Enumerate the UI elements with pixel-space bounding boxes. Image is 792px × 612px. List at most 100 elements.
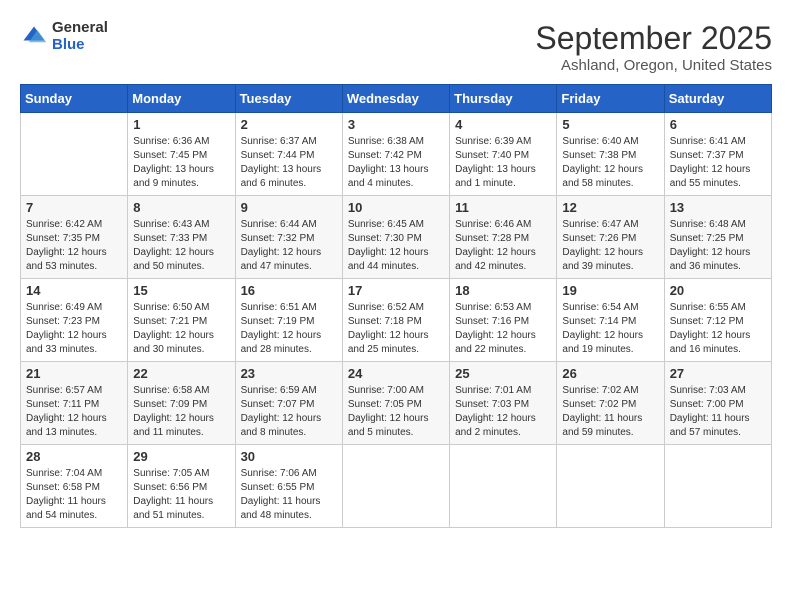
day-number: 1: [133, 117, 229, 132]
day-number: 13: [670, 200, 766, 215]
day-number: 26: [562, 366, 658, 381]
calendar-cell: 18 Sunrise: 6:53 AMSunset: 7:16 PMDayligh…: [450, 279, 557, 362]
header-cell-tuesday: Tuesday: [235, 85, 342, 113]
calendar-cell: 23 Sunrise: 6:59 AMSunset: 7:07 PMDayligh…: [235, 362, 342, 445]
calendar-cell: 8Sunrise: 6:43 AMSunset: 7:33 PMDaylight…: [128, 196, 235, 279]
cell-info: Sunrise: 7:06 AMSunset: 6:55 PMDaylight:…: [241, 467, 337, 523]
day-number: 4: [455, 117, 551, 132]
day-number: 25: [455, 366, 551, 381]
cell-info: Sunrise: 6:39 AMSunset: 7:40 PMDaylight:…: [455, 135, 551, 191]
title-block: September 2025 Ashland, Oregon, United S…: [535, 20, 772, 74]
cell-info: Sunrise: 6:50 AMSunset: 7:21 PMDaylight:…: [133, 301, 229, 357]
day-number: 18: [455, 283, 551, 298]
week-row-4: 28Sunrise: 7:04 AMSunset: 6:58 PMDayligh…: [21, 445, 772, 528]
header-cell-monday: Monday: [128, 85, 235, 113]
cell-info: Sunrise: 7:01 AMSunset: 7:03 PMDaylight:…: [455, 384, 551, 440]
logo-blue: Blue: [52, 37, 108, 54]
logo-text: General Blue: [52, 20, 108, 53]
calendar-header: SundayMondayTuesdayWednesdayThursdayFrid…: [21, 85, 772, 113]
cell-info: Sunrise: 6:37 AMSunset: 7:44 PMDaylight:…: [241, 135, 337, 191]
calendar-cell: 27 Sunrise: 7:03 AMSunset: 7:00 PMDayligh…: [664, 362, 771, 445]
cell-info: Sunrise: 6:58 AMSunset: 7:09 PMDaylight:…: [133, 384, 229, 440]
calendar-cell: [450, 445, 557, 528]
calendar-cell: 17 Sunrise: 6:52 AMSunset: 7:18 PMDayligh…: [342, 279, 449, 362]
cell-info: Sunrise: 6:49 AMSunset: 7:23 PMDaylight:…: [26, 301, 122, 357]
calendar-cell: [664, 445, 771, 528]
cell-info: Sunrise: 7:03 AMSunset: 7:00 PMDaylight:…: [670, 384, 766, 440]
calendar-cell: 24 Sunrise: 7:00 AMSunset: 7:05 PMDayligh…: [342, 362, 449, 445]
cell-info: Sunrise: 6:41 AMSunset: 7:37 PMDaylight:…: [670, 135, 766, 191]
calendar-cell: 11Sunrise: 6:46 AMSunset: 7:28 PMDayligh…: [450, 196, 557, 279]
cell-info: Sunrise: 6:52 AMSunset: 7:18 PMDaylight:…: [348, 301, 444, 357]
week-row-1: 7 Sunrise: 6:42 AMSunset: 7:35 PMDaylight…: [21, 196, 772, 279]
day-number: 27: [670, 366, 766, 381]
cell-info: Sunrise: 6:55 AMSunset: 7:12 PMDaylight:…: [670, 301, 766, 357]
day-number: 3: [348, 117, 444, 132]
calendar-cell: 6 Sunrise: 6:41 AMSunset: 7:37 PMDaylight…: [664, 113, 771, 196]
cell-info: Sunrise: 6:45 AMSunset: 7:30 PMDaylight:…: [348, 218, 444, 274]
header-row: SundayMondayTuesdayWednesdayThursdayFrid…: [21, 85, 772, 113]
day-number: 15: [133, 283, 229, 298]
cell-info: Sunrise: 6:59 AMSunset: 7:07 PMDaylight:…: [241, 384, 337, 440]
day-number: 24: [348, 366, 444, 381]
day-number: 14: [26, 283, 122, 298]
week-row-3: 21Sunrise: 6:57 AMSunset: 7:11 PMDayligh…: [21, 362, 772, 445]
calendar-cell: [342, 445, 449, 528]
calendar-cell: 30 Sunrise: 7:06 AMSunset: 6:55 PMDayligh…: [235, 445, 342, 528]
day-number: 12: [562, 200, 658, 215]
cell-info: Sunrise: 6:38 AMSunset: 7:42 PMDaylight:…: [348, 135, 444, 191]
cell-info: Sunrise: 6:42 AMSunset: 7:35 PMDaylight:…: [26, 218, 122, 274]
day-number: 5: [562, 117, 658, 132]
cell-info: Sunrise: 7:00 AMSunset: 7:05 PMDaylight:…: [348, 384, 444, 440]
logo: General Blue: [20, 20, 108, 53]
calendar-cell: 13 Sunrise: 6:48 AMSunset: 7:25 PMDayligh…: [664, 196, 771, 279]
day-number: 30: [241, 449, 337, 464]
logo-general: General: [52, 20, 108, 37]
calendar-cell: 4 Sunrise: 6:39 AMSunset: 7:40 PMDaylight…: [450, 113, 557, 196]
header-cell-sunday: Sunday: [21, 85, 128, 113]
cell-info: Sunrise: 7:02 AMSunset: 7:02 PMDaylight:…: [562, 384, 658, 440]
day-number: 17: [348, 283, 444, 298]
calendar-cell: 9Sunrise: 6:44 AMSunset: 7:32 PMDaylight…: [235, 196, 342, 279]
calendar-cell: 3 Sunrise: 6:38 AMSunset: 7:42 PMDaylight…: [342, 113, 449, 196]
cell-info: Sunrise: 6:53 AMSunset: 7:16 PMDaylight:…: [455, 301, 551, 357]
cell-info: Sunrise: 6:51 AMSunset: 7:19 PMDaylight:…: [241, 301, 337, 357]
day-number: 20: [670, 283, 766, 298]
day-number: 28: [26, 449, 122, 464]
calendar-cell: 28Sunrise: 7:04 AMSunset: 6:58 PMDayligh…: [21, 445, 128, 528]
calendar-cell: 7 Sunrise: 6:42 AMSunset: 7:35 PMDaylight…: [21, 196, 128, 279]
calendar-cell: 16 Sunrise: 6:51 AMSunset: 7:19 PMDayligh…: [235, 279, 342, 362]
day-number: 21: [26, 366, 122, 381]
cell-info: Sunrise: 6:44 AMSunset: 7:32 PMDaylight:…: [241, 218, 337, 274]
cell-info: Sunrise: 6:48 AMSunset: 7:25 PMDaylight:…: [670, 218, 766, 274]
calendar-cell: 25 Sunrise: 7:01 AMSunset: 7:03 PMDayligh…: [450, 362, 557, 445]
calendar-cell: 1 Sunrise: 6:36 AMSunset: 7:45 PMDaylight…: [128, 113, 235, 196]
cell-info: Sunrise: 6:36 AMSunset: 7:45 PMDaylight:…: [133, 135, 229, 191]
week-row-2: 14 Sunrise: 6:49 AMSunset: 7:23 PMDayligh…: [21, 279, 772, 362]
cell-info: Sunrise: 6:54 AMSunset: 7:14 PMDaylight:…: [562, 301, 658, 357]
calendar-cell: 20 Sunrise: 6:55 AMSunset: 7:12 PMDayligh…: [664, 279, 771, 362]
header-cell-friday: Friday: [557, 85, 664, 113]
cell-info: Sunrise: 6:40 AMSunset: 7:38 PMDaylight:…: [562, 135, 658, 191]
day-number: 23: [241, 366, 337, 381]
cell-info: Sunrise: 6:47 AMSunset: 7:26 PMDaylight:…: [562, 218, 658, 274]
calendar-cell: 15 Sunrise: 6:50 AMSunset: 7:21 PMDayligh…: [128, 279, 235, 362]
calendar-table: SundayMondayTuesdayWednesdayThursdayFrid…: [20, 84, 772, 528]
day-number: 7: [26, 200, 122, 215]
day-number: 16: [241, 283, 337, 298]
day-number: 22: [133, 366, 229, 381]
cell-info: Sunrise: 6:46 AMSunset: 7:28 PMDaylight:…: [455, 218, 551, 274]
calendar-cell: [21, 113, 128, 196]
day-number: 19: [562, 283, 658, 298]
logo-icon: [20, 23, 48, 51]
calendar-cell: 14 Sunrise: 6:49 AMSunset: 7:23 PMDayligh…: [21, 279, 128, 362]
calendar-cell: 2Sunrise: 6:37 AMSunset: 7:44 PMDaylight…: [235, 113, 342, 196]
day-number: 10: [348, 200, 444, 215]
calendar-cell: 29Sunrise: 7:05 AMSunset: 6:56 PMDayligh…: [128, 445, 235, 528]
calendar-cell: 19 Sunrise: 6:54 AMSunset: 7:14 PMDayligh…: [557, 279, 664, 362]
cell-info: Sunrise: 6:43 AMSunset: 7:33 PMDaylight:…: [133, 218, 229, 274]
day-number: 6: [670, 117, 766, 132]
header-cell-wednesday: Wednesday: [342, 85, 449, 113]
calendar-cell: 10 Sunrise: 6:45 AMSunset: 7:30 PMDayligh…: [342, 196, 449, 279]
day-number: 29: [133, 449, 229, 464]
